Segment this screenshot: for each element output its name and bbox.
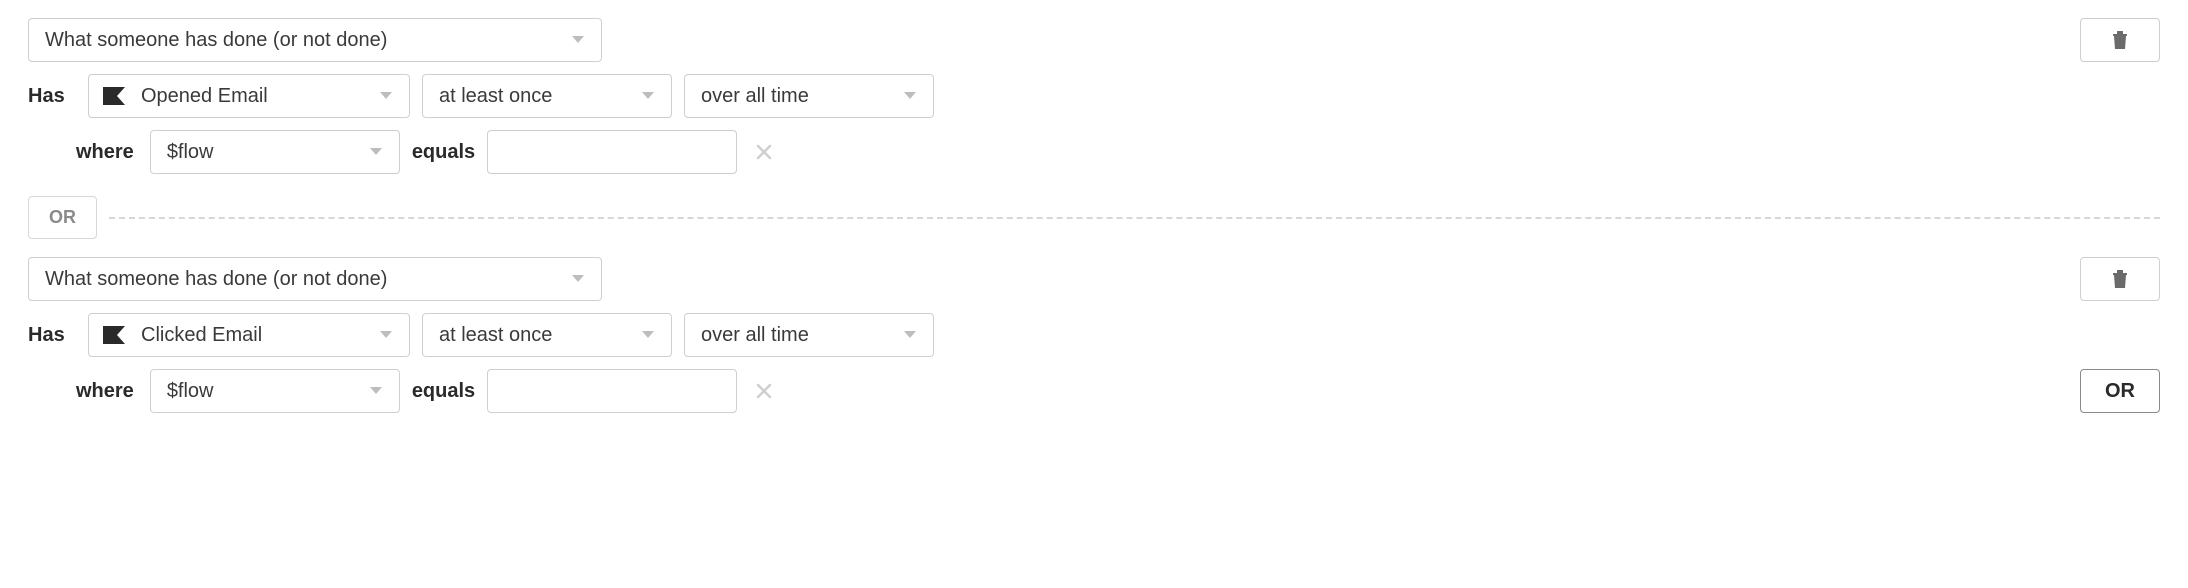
where-label: where — [76, 380, 134, 403]
filter-property-label: $flow — [167, 141, 214, 164]
condition-type-label: What someone has done (or not done) — [45, 268, 387, 291]
or-separator: OR — [28, 196, 2160, 239]
has-row: Has Opened Email at least once — [28, 74, 2160, 118]
chevron-down-icon — [379, 91, 393, 101]
time-range-label: over all time — [701, 85, 809, 108]
where-label: where — [76, 141, 134, 164]
filter-property-label: $flow — [167, 380, 214, 403]
time-range-select[interactable]: over all time — [684, 313, 934, 357]
metric-label: Clicked Email — [141, 324, 262, 347]
equals-label: equals — [412, 141, 475, 164]
chevron-down-icon — [571, 35, 585, 45]
condition-type-select[interactable]: What someone has done (or not done) — [28, 18, 602, 62]
equals-label: equals — [412, 380, 475, 403]
filter-value-input[interactable] — [487, 130, 737, 174]
separator-line — [109, 217, 2160, 219]
delete-condition-button[interactable] — [2080, 18, 2160, 62]
metric-select[interactable]: Opened Email — [88, 74, 410, 118]
has-label: Has — [28, 324, 76, 347]
time-range-label: over all time — [701, 324, 809, 347]
filter-value-input[interactable] — [487, 369, 737, 413]
close-icon — [756, 144, 772, 160]
chevron-down-icon — [641, 330, 655, 340]
chevron-down-icon — [903, 330, 917, 340]
condition-top-row: What someone has done (or not done) — [28, 18, 2160, 62]
delete-condition-button[interactable] — [2080, 257, 2160, 301]
frequency-select[interactable]: at least once — [422, 313, 672, 357]
frequency-label: at least once — [439, 85, 552, 108]
add-or-button[interactable]: OR — [2080, 369, 2160, 413]
or-chip: OR — [28, 196, 97, 239]
condition-type-label: What someone has done (or not done) — [45, 29, 387, 52]
frequency-label: at least once — [439, 324, 552, 347]
condition-top-row: What someone has done (or not done) — [28, 257, 2160, 301]
has-row: Has Clicked Email at least once — [28, 313, 2160, 357]
metric-label: Opened Email — [141, 85, 268, 108]
trash-icon — [2111, 269, 2129, 289]
frequency-select[interactable]: at least once — [422, 74, 672, 118]
remove-filter-button[interactable] — [749, 376, 779, 406]
flag-icon — [103, 326, 125, 344]
chevron-down-icon — [369, 147, 383, 157]
chevron-down-icon — [369, 386, 383, 396]
close-icon — [756, 383, 772, 399]
chevron-down-icon — [571, 274, 585, 284]
where-row: where $flow equals — [28, 130, 2160, 174]
chevron-down-icon — [903, 91, 917, 101]
flag-icon — [103, 87, 125, 105]
trash-icon — [2111, 30, 2129, 50]
filter-property-select[interactable]: $flow — [150, 130, 400, 174]
time-range-select[interactable]: over all time — [684, 74, 934, 118]
condition-block: What someone has done (or not done) Has — [28, 18, 2160, 174]
remove-filter-button[interactable] — [749, 137, 779, 167]
condition-type-select[interactable]: What someone has done (or not done) — [28, 257, 602, 301]
has-label: Has — [28, 85, 76, 108]
chevron-down-icon — [641, 91, 655, 101]
condition-block: What someone has done (or not done) Has — [28, 257, 2160, 413]
metric-select[interactable]: Clicked Email — [88, 313, 410, 357]
filter-property-select[interactable]: $flow — [150, 369, 400, 413]
chevron-down-icon — [379, 330, 393, 340]
where-row: where $flow equals OR — [28, 369, 2160, 413]
